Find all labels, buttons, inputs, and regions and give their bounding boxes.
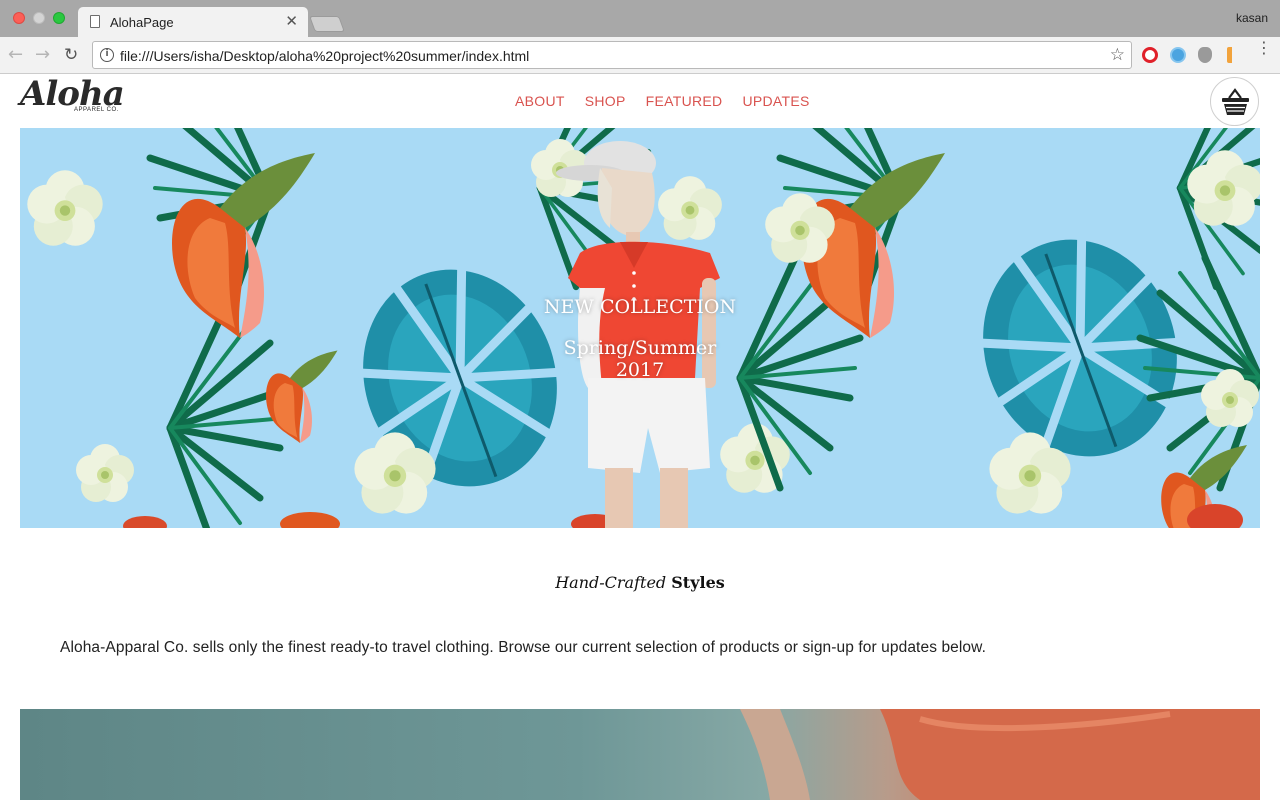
- page-icon: [90, 15, 100, 28]
- basket-icon: [1222, 88, 1249, 115]
- tropical-pattern-image: [20, 128, 1260, 528]
- browser-chrome: AlohaPage ✕ kasan ← → ↻ i file:///Users/…: [0, 0, 1280, 74]
- logo-tagline: APPAREL CO.: [74, 107, 119, 113]
- new-tab-button[interactable]: [309, 16, 345, 32]
- tab-title: AlohaPage: [110, 15, 174, 30]
- info-icon[interactable]: i: [100, 48, 114, 62]
- browser-toolbar: ← → ↻ i file:///Users/isha/Desktop/aloha…: [0, 37, 1280, 74]
- address-bar[interactable]: i file:///Users/isha/Desktop/aloha%20pro…: [92, 41, 1132, 69]
- hero-season-line1: Spring/Summer: [563, 337, 717, 359]
- tab-strip: AlohaPage ✕ kasan: [0, 0, 1280, 37]
- hero-banner: NEW COLLECTION Spring/Summer 2017: [20, 128, 1260, 528]
- secondary-banner-image: [20, 709, 1260, 800]
- bug-extension-icon[interactable]: [1198, 47, 1212, 63]
- back-icon[interactable]: ←: [8, 45, 23, 65]
- section-heading-bold: Styles: [671, 573, 725, 592]
- minimize-window-button[interactable]: [33, 12, 45, 24]
- profile-name[interactable]: kasan: [1236, 11, 1268, 25]
- reload-icon[interactable]: ↻: [64, 45, 78, 65]
- hero-season: Spring/Summer 2017: [20, 337, 1260, 381]
- close-window-button[interactable]: [13, 12, 25, 24]
- url-text[interactable]: file:///Users/isha/Desktop/aloha%20proje…: [120, 48, 529, 64]
- nav-about[interactable]: ABOUT: [515, 93, 565, 109]
- cart-button[interactable]: [1210, 77, 1259, 126]
- opera-extension-icon[interactable]: [1142, 47, 1158, 63]
- beach-photo: [740, 709, 1260, 800]
- section-heading-italic: Hand-Crafted: [555, 573, 667, 592]
- web-page: Aloha APPAREL CO. ABOUT SHOP FEATURED UP…: [0, 74, 1280, 800]
- flag-extension-icon[interactable]: [1227, 47, 1239, 63]
- bookmark-star-icon[interactable]: ☆: [1110, 45, 1125, 65]
- forward-icon[interactable]: →: [35, 45, 50, 65]
- section-heading: Hand-Crafted Styles: [0, 573, 1280, 592]
- hero-season-line2: 2017: [615, 359, 665, 381]
- close-tab-icon[interactable]: ✕: [285, 13, 298, 29]
- hero-headline: NEW COLLECTION: [543, 296, 737, 318]
- nav-featured[interactable]: FEATURED: [646, 93, 723, 109]
- menu-icon[interactable]: ⋮: [1256, 40, 1272, 56]
- site-logo[interactable]: Aloha APPAREL CO.: [20, 74, 125, 114]
- intro-text: Aloha-Apparal Co. sells only the finest …: [60, 639, 986, 656]
- nav-updates[interactable]: UPDATES: [742, 93, 809, 109]
- main-nav: ABOUT SHOP FEATURED UPDATES: [515, 93, 810, 109]
- nav-shop[interactable]: SHOP: [585, 93, 626, 109]
- browser-tab[interactable]: AlohaPage ✕: [78, 7, 308, 37]
- blue-extension-icon[interactable]: [1170, 47, 1186, 63]
- maximize-window-button[interactable]: [53, 12, 65, 24]
